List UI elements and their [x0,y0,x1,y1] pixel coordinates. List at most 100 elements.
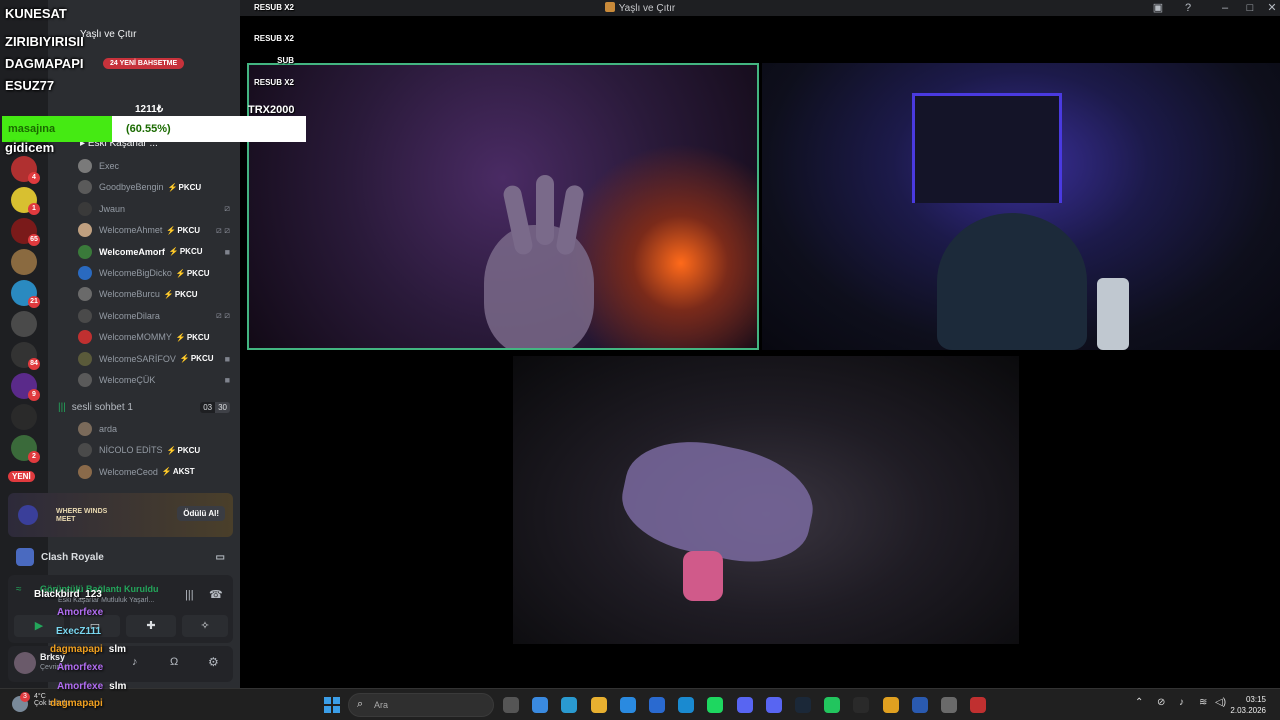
overlay-name: KUNESAT [5,6,67,21]
activity-name: Clash Royale [41,551,104,563]
server-icon[interactable]: 1 [11,187,40,215]
member-status-icon: ■ [224,375,230,385]
soundboard-button[interactable]: ✧ [182,615,228,637]
taskbar-app-icon[interactable] [707,697,724,713]
clan-tag: PKCU [168,183,202,192]
activity-row[interactable]: Clash Royale ▭ [8,545,233,569]
avatar [78,308,92,323]
chat-text: slm [109,681,127,692]
clock-date: 2.03.2026 [1230,706,1266,715]
server-icon[interactable]: 65 [11,218,40,246]
claim-reward-button[interactable]: Ödülü Al! [177,506,225,521]
member-name: NİCOLO EDİTS [99,445,163,456]
new-badge[interactable]: YENİ [8,471,35,482]
clan-tag: PKCU [169,247,203,256]
taskbar-app-icon[interactable] [649,697,665,713]
voice-member[interactable]: WelcomeCeod AKST [78,463,230,481]
avatar [78,159,92,173]
headphones-icon[interactable]: Ω [170,656,178,668]
server-icon[interactable]: 2 [11,435,40,463]
microphone-tray-icon[interactable]: ♪ [1179,697,1184,708]
server-icon[interactable]: 9 [11,373,40,401]
activity-settings-icon[interactable]: ▭ [216,552,225,563]
start-button[interactable] [324,697,340,713]
noise-suppression-icon[interactable]: ||| [185,589,194,601]
taskbar-app-icon[interactable] [619,697,636,713]
taskbar-app-icon[interactable] [678,697,695,713]
server-icon[interactable] [11,249,37,275]
avatar[interactable] [14,652,36,674]
clock-time: 03:15 [1245,695,1266,704]
taskbar-app-icon[interactable] [532,697,549,713]
server-icon[interactable] [11,404,37,430]
video-tile-3[interactable] [513,356,1019,644]
voice-member[interactable]: WelcomeSARİFOV PKCU ■ [78,350,230,368]
member-name: WelcomeSARİFOV [99,353,176,364]
taskbar-app-icon[interactable] [853,697,870,713]
voice-member[interactable]: WelcomeÇÜK ■ [78,371,230,389]
member-name: GoodbyeBengin [99,182,164,193]
server-icon[interactable]: 4 [11,156,40,184]
member-name: WelcomeÇÜK [99,375,156,385]
close-icon[interactable]: ✕ [1265,1,1279,15]
minimize-icon[interactable]: – [1218,1,1232,15]
server-name[interactable]: Yaşlı ve Çıtır [80,29,137,40]
desk-shelf [912,93,1062,203]
video-tile-1[interactable] [247,63,759,350]
taskbar-app-icon[interactable] [882,697,899,713]
voice-member[interactable]: GoodbyeBengin PKCU [78,178,230,196]
clock[interactable]: 03:15 2.03.2026 [1230,694,1266,716]
avatar [78,244,92,259]
maximize-icon[interactable]: □ [1243,1,1257,15]
taskbar-app-icon[interactable] [503,697,519,713]
help-icon[interactable]: ? [1181,1,1195,15]
server-icon[interactable] [11,311,37,337]
taskbar-app-icon[interactable] [911,697,928,713]
avatar [78,287,92,302]
chevron-up-icon[interactable]: ⌃ [1135,697,1143,708]
voice-member[interactable]: WelcomeBurcu PKCU [78,285,230,303]
network-off-icon[interactable]: ⊘ [1157,697,1165,708]
voice-member[interactable]: WelcomeMOMMY PKCU [78,328,230,346]
taskbar-app-icon[interactable] [824,697,841,713]
video-tile-2[interactable] [762,63,1280,350]
voice-member[interactable]: arda [78,420,230,438]
goal-percent: (60.55%) [126,123,171,135]
person-figure [937,213,1087,350]
microphone-icon[interactable]: ♪ [132,656,138,668]
taskbar-app-icon[interactable] [590,697,607,713]
voice-member[interactable]: WelcomeBigDicko PKCU [78,264,230,282]
voice-member[interactable]: Exec [78,157,230,175]
voice-count-current: 03 [200,401,216,413]
member-name: WelcomeBigDicko [99,268,172,278]
nitro-icon [18,505,38,525]
overlay-event: RESUB X2 [253,34,294,43]
taskbar-app-icon[interactable] [561,697,578,713]
voice-channel-2[interactable]: ||| sesli sohbet 1 03 30 [58,398,230,416]
hand-finger [536,175,554,245]
voice-member[interactable]: WelcomeAhmetPKCU ⧄ ⧄ [78,221,230,239]
voice-member[interactable]: NİCOLO EDİTS PKCU [78,441,230,459]
member-name: WelcomeAhmet [99,225,163,236]
taskbar-app-icon[interactable] [970,697,987,713]
server-icon[interactable]: 84 [11,342,40,370]
server-icon[interactable]: 21 [11,280,40,308]
chat-message: dagmapapi [50,698,103,709]
taskbar-app-icon[interactable] [941,697,957,713]
taskbar-app-icon[interactable] [765,697,782,713]
bet-pill: 24 YENİ BAHSETME [103,58,185,69]
voice-member[interactable]: WelcomeDilara ⧄ ⧄ [78,307,230,325]
search-input[interactable]: ⌕ Ara [348,693,494,717]
member-status-icon: ⧄ [224,203,230,214]
voice-member[interactable]: Jwaun ⧄ [78,200,230,218]
disconnect-icon[interactable]: ☎ [209,588,223,601]
avatar [78,223,92,238]
volume-icon[interactable]: ◁) [1215,697,1226,708]
activities-button[interactable]: ✚ [126,615,176,637]
wifi-icon[interactable]: ≋ [1199,697,1207,708]
taskbar-app-icon[interactable] [795,697,811,713]
taskbar-app-icon[interactable] [736,697,753,713]
gear-icon[interactable]: ⚙ [208,655,219,669]
voice-member[interactable]: WelcomeAmorf PKCU ■ [78,243,230,261]
inbox-icon[interactable]: ▣ [1151,1,1165,15]
